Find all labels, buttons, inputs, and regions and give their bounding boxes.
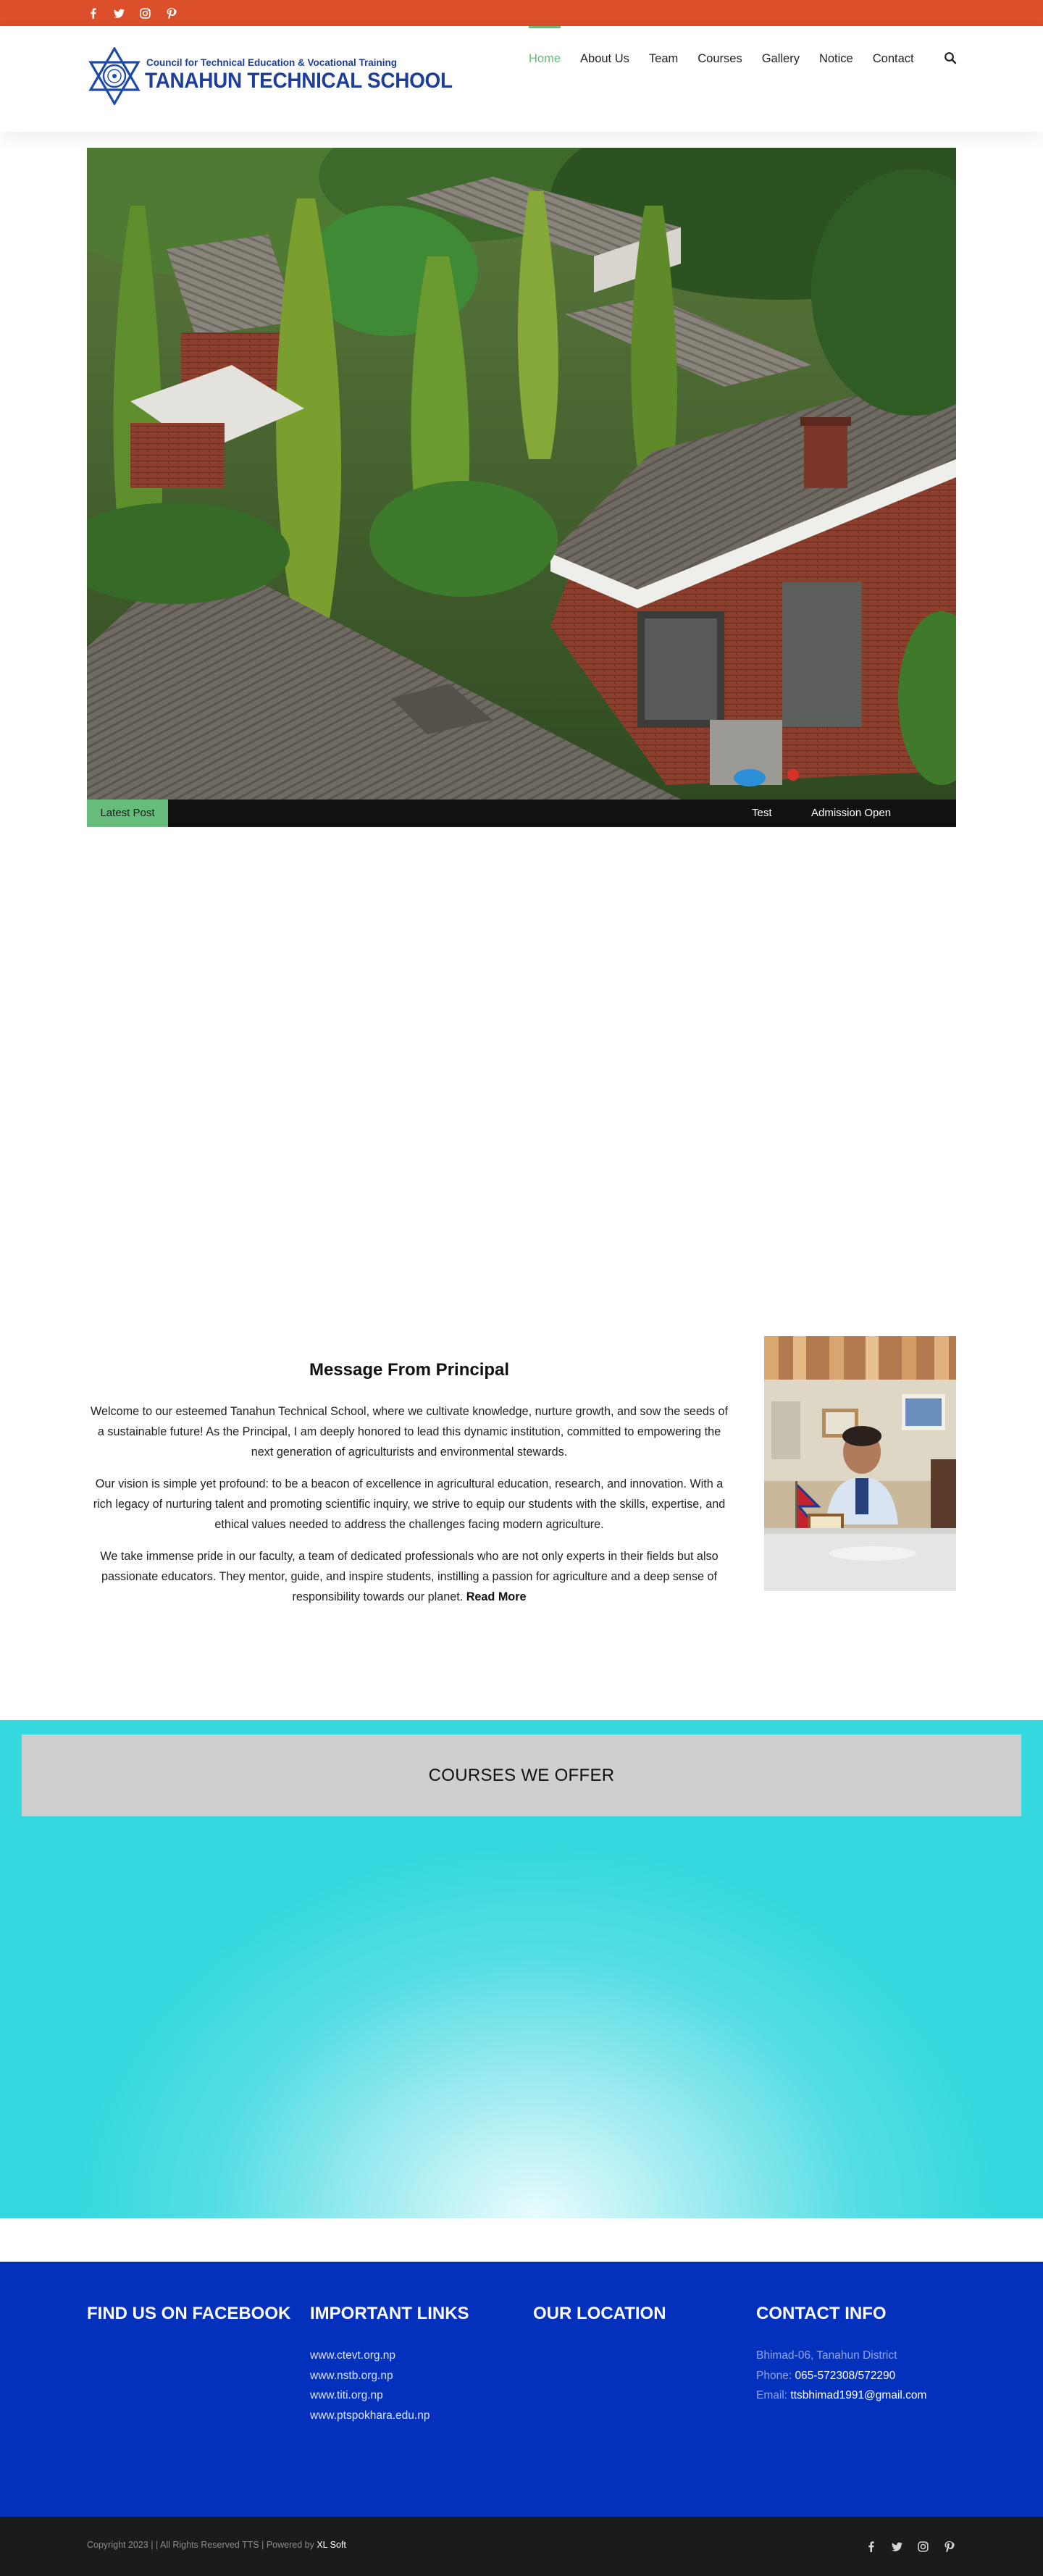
copyright-label: Copyright 2023 | | All Rights Reserved T… (87, 2540, 317, 2550)
principal-paragraph: Welcome to our esteemed Tanahun Technica… (90, 1405, 729, 1459)
courses-section: COURSES WE OFFER (0, 1720, 1043, 2218)
nav-team[interactable]: Team (649, 26, 678, 106)
nav-home[interactable]: Home (529, 26, 561, 106)
site-logo[interactable]: Council for Technical Education & Vocati… (87, 47, 453, 106)
footer-contact-column: CONTACT INFO Bhimad-06, Tanahun District… (756, 2304, 926, 2406)
principal-message-title: Message From Principal (309, 1360, 510, 1380)
ticker-label: Latest Post (87, 800, 168, 827)
footer-location-title: OUR LOCATION (533, 2304, 666, 2323)
logo-subtitle: Council for Technical Education & Vocati… (146, 57, 398, 68)
bottom-social-links (865, 2541, 955, 2552)
hero-campus-image (87, 148, 956, 800)
nav-courses[interactable]: Courses (698, 26, 742, 106)
principal-paragraph-text: We take immense pride in our faculty, a … (100, 1550, 719, 1603)
principal-message-section: Message From Principal Welcome to our es… (87, 1333, 956, 1622)
contact-phone: Phone: 065-572308/572290 (756, 2366, 926, 2386)
footer-link-ctevt[interactable]: www.ctevt.org.np (310, 2346, 469, 2366)
pinterest-icon[interactable] (943, 2541, 955, 2552)
twitter-icon[interactable] (891, 2541, 902, 2552)
principal-message-body: Welcome to our esteemed Tanahun Technica… (87, 1401, 732, 1619)
footer-links-column: IMPORTANT LINKS www.ctevt.org.np www.nst… (310, 2304, 469, 2425)
footer-links-title: IMPORTANT LINKS (310, 2304, 469, 2323)
copyright-text: Copyright 2023 | | All Rights Reserved T… (87, 2540, 346, 2550)
main-nav: Home About Us Team Courses Gallery Notic… (529, 26, 934, 106)
twitter-icon[interactable] (113, 7, 125, 19)
pinterest-icon[interactable] (165, 7, 177, 19)
nav-about-us[interactable]: About Us (580, 26, 629, 106)
bottom-bar: Copyright 2023 | | All Rights Reserved T… (0, 2517, 1043, 2576)
footer-links-list: www.ctevt.org.np www.nstb.org.np www.tit… (310, 2346, 469, 2425)
footer-contact-title: CONTACT INFO (756, 2304, 887, 2323)
contact-address: Bhimad-06, Tanahun District (756, 2349, 897, 2362)
ticker-item-test[interactable]: Test (752, 800, 772, 827)
instagram-icon[interactable] (917, 2541, 929, 2552)
footer-link-nstb[interactable]: www.nstb.org.np (310, 2366, 469, 2386)
facebook-icon[interactable] (87, 7, 99, 19)
footer-link-ptspokhara[interactable]: www.ptspokhara.edu.np (310, 2406, 469, 2426)
principal-paragraph: Our vision is simple yet profound: to be… (93, 1477, 726, 1531)
contact-email-label: Email: (756, 2389, 791, 2401)
facebook-icon[interactable] (865, 2541, 876, 2552)
contact-email-value[interactable]: ttsbhimad1991@gmail.com (790, 2389, 926, 2401)
courses-title: COURSES WE OFFER (428, 1766, 615, 1785)
nav-notice[interactable]: Notice (819, 26, 853, 106)
footer-location-column: OUR LOCATION (533, 2304, 666, 2324)
ctevt-emblem-icon (88, 47, 141, 105)
powered-by-link[interactable]: XL Soft (317, 2540, 346, 2550)
top-bar (0, 0, 1043, 26)
nav-contact[interactable]: Contact (873, 26, 914, 106)
footer-facebook-column: FIND US ON FACEBOOK (87, 2304, 290, 2324)
contact-phone-label: Phone: (756, 2369, 795, 2382)
nav-gallery[interactable]: Gallery (762, 26, 800, 106)
search-icon[interactable] (944, 51, 957, 64)
ticker-item-admission-open[interactable]: Admission Open (811, 800, 891, 827)
contact-email: Email: ttsbhimad1991@gmail.com (756, 2386, 926, 2406)
footer-link-titi[interactable]: www.titi.org.np (310, 2386, 469, 2406)
contact-phone-value[interactable]: 065-572308/572290 (795, 2370, 895, 2382)
principal-photo (764, 1336, 956, 1591)
site-header: Council for Technical Education & Vocati… (0, 26, 1043, 132)
principal-paragraph: We take immense pride in our faculty, a … (87, 1546, 732, 1607)
logo-title: TANAHUN TECHNICAL SCHOOL (145, 69, 453, 93)
top-social-links (87, 0, 177, 26)
courses-title-box: COURSES WE OFFER (22, 1734, 1021, 1816)
footer-contact-list: Bhimad-06, Tanahun District Phone: 065-5… (756, 2346, 926, 2406)
instagram-icon[interactable] (139, 7, 151, 19)
read-more-link[interactable]: Read More (466, 1590, 527, 1603)
footer-facebook-title: FIND US ON FACEBOOK (87, 2304, 291, 2323)
latest-post-ticker: Latest Post Test Admission Open (87, 800, 956, 827)
site-footer: FIND US ON FACEBOOK IMPORTANT LINKS www.… (0, 2262, 1043, 2517)
